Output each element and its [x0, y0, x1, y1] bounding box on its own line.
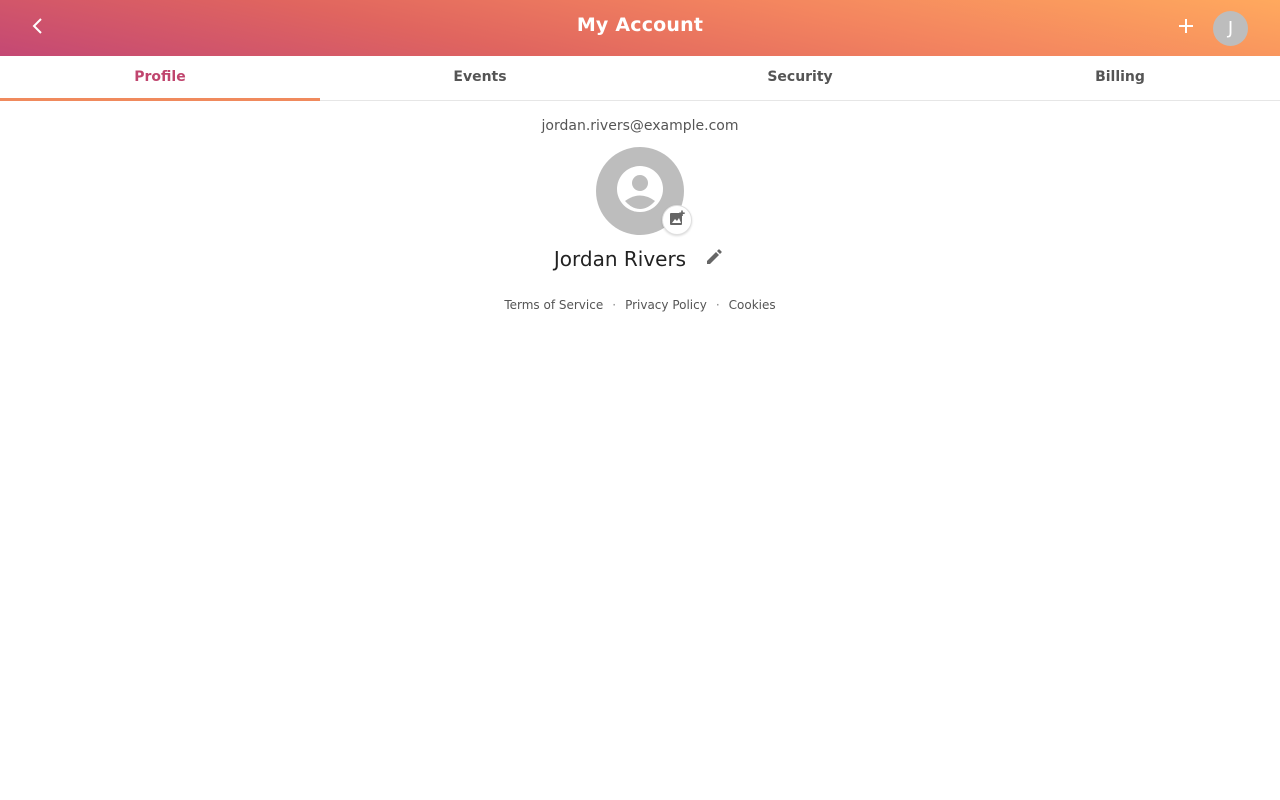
name-row: Jordan Rivers — [0, 247, 1280, 271]
user-email: jordan.rivers@example.com — [541, 118, 739, 134]
tab-bar: Profile Events Security Billing — [0, 56, 1280, 101]
page-title: My Account — [576, 14, 704, 36]
footer-links: Terms of Service · Privacy Policy · Cook… — [0, 298, 1280, 312]
add-photo-button[interactable] — [662, 205, 692, 235]
user-avatar-button[interactable]: J — [1213, 11, 1248, 46]
edit-name-button[interactable] — [702, 247, 726, 271]
user-name: Jordan Rivers — [553, 247, 687, 271]
separator: · — [612, 298, 617, 312]
tab-security[interactable]: Security — [640, 56, 960, 100]
plus-icon — [1177, 17, 1195, 39]
privacy-link[interactable]: Privacy Policy — [625, 298, 707, 312]
tab-events[interactable]: Events — [320, 56, 640, 100]
separator: · — [715, 298, 720, 312]
cookies-link[interactable]: Cookies — [729, 298, 776, 312]
add-button[interactable] — [1170, 12, 1202, 44]
add-photo-icon — [669, 210, 685, 230]
pencil-icon — [705, 248, 723, 270]
app-bar: My Account J — [0, 0, 1280, 56]
tab-billing[interactable]: Billing — [960, 56, 1280, 100]
account-circle-icon — [615, 164, 665, 218]
avatar-initial: J — [1227, 18, 1234, 39]
tab-profile[interactable]: Profile — [0, 56, 320, 101]
terms-link[interactable]: Terms of Service — [504, 298, 603, 312]
